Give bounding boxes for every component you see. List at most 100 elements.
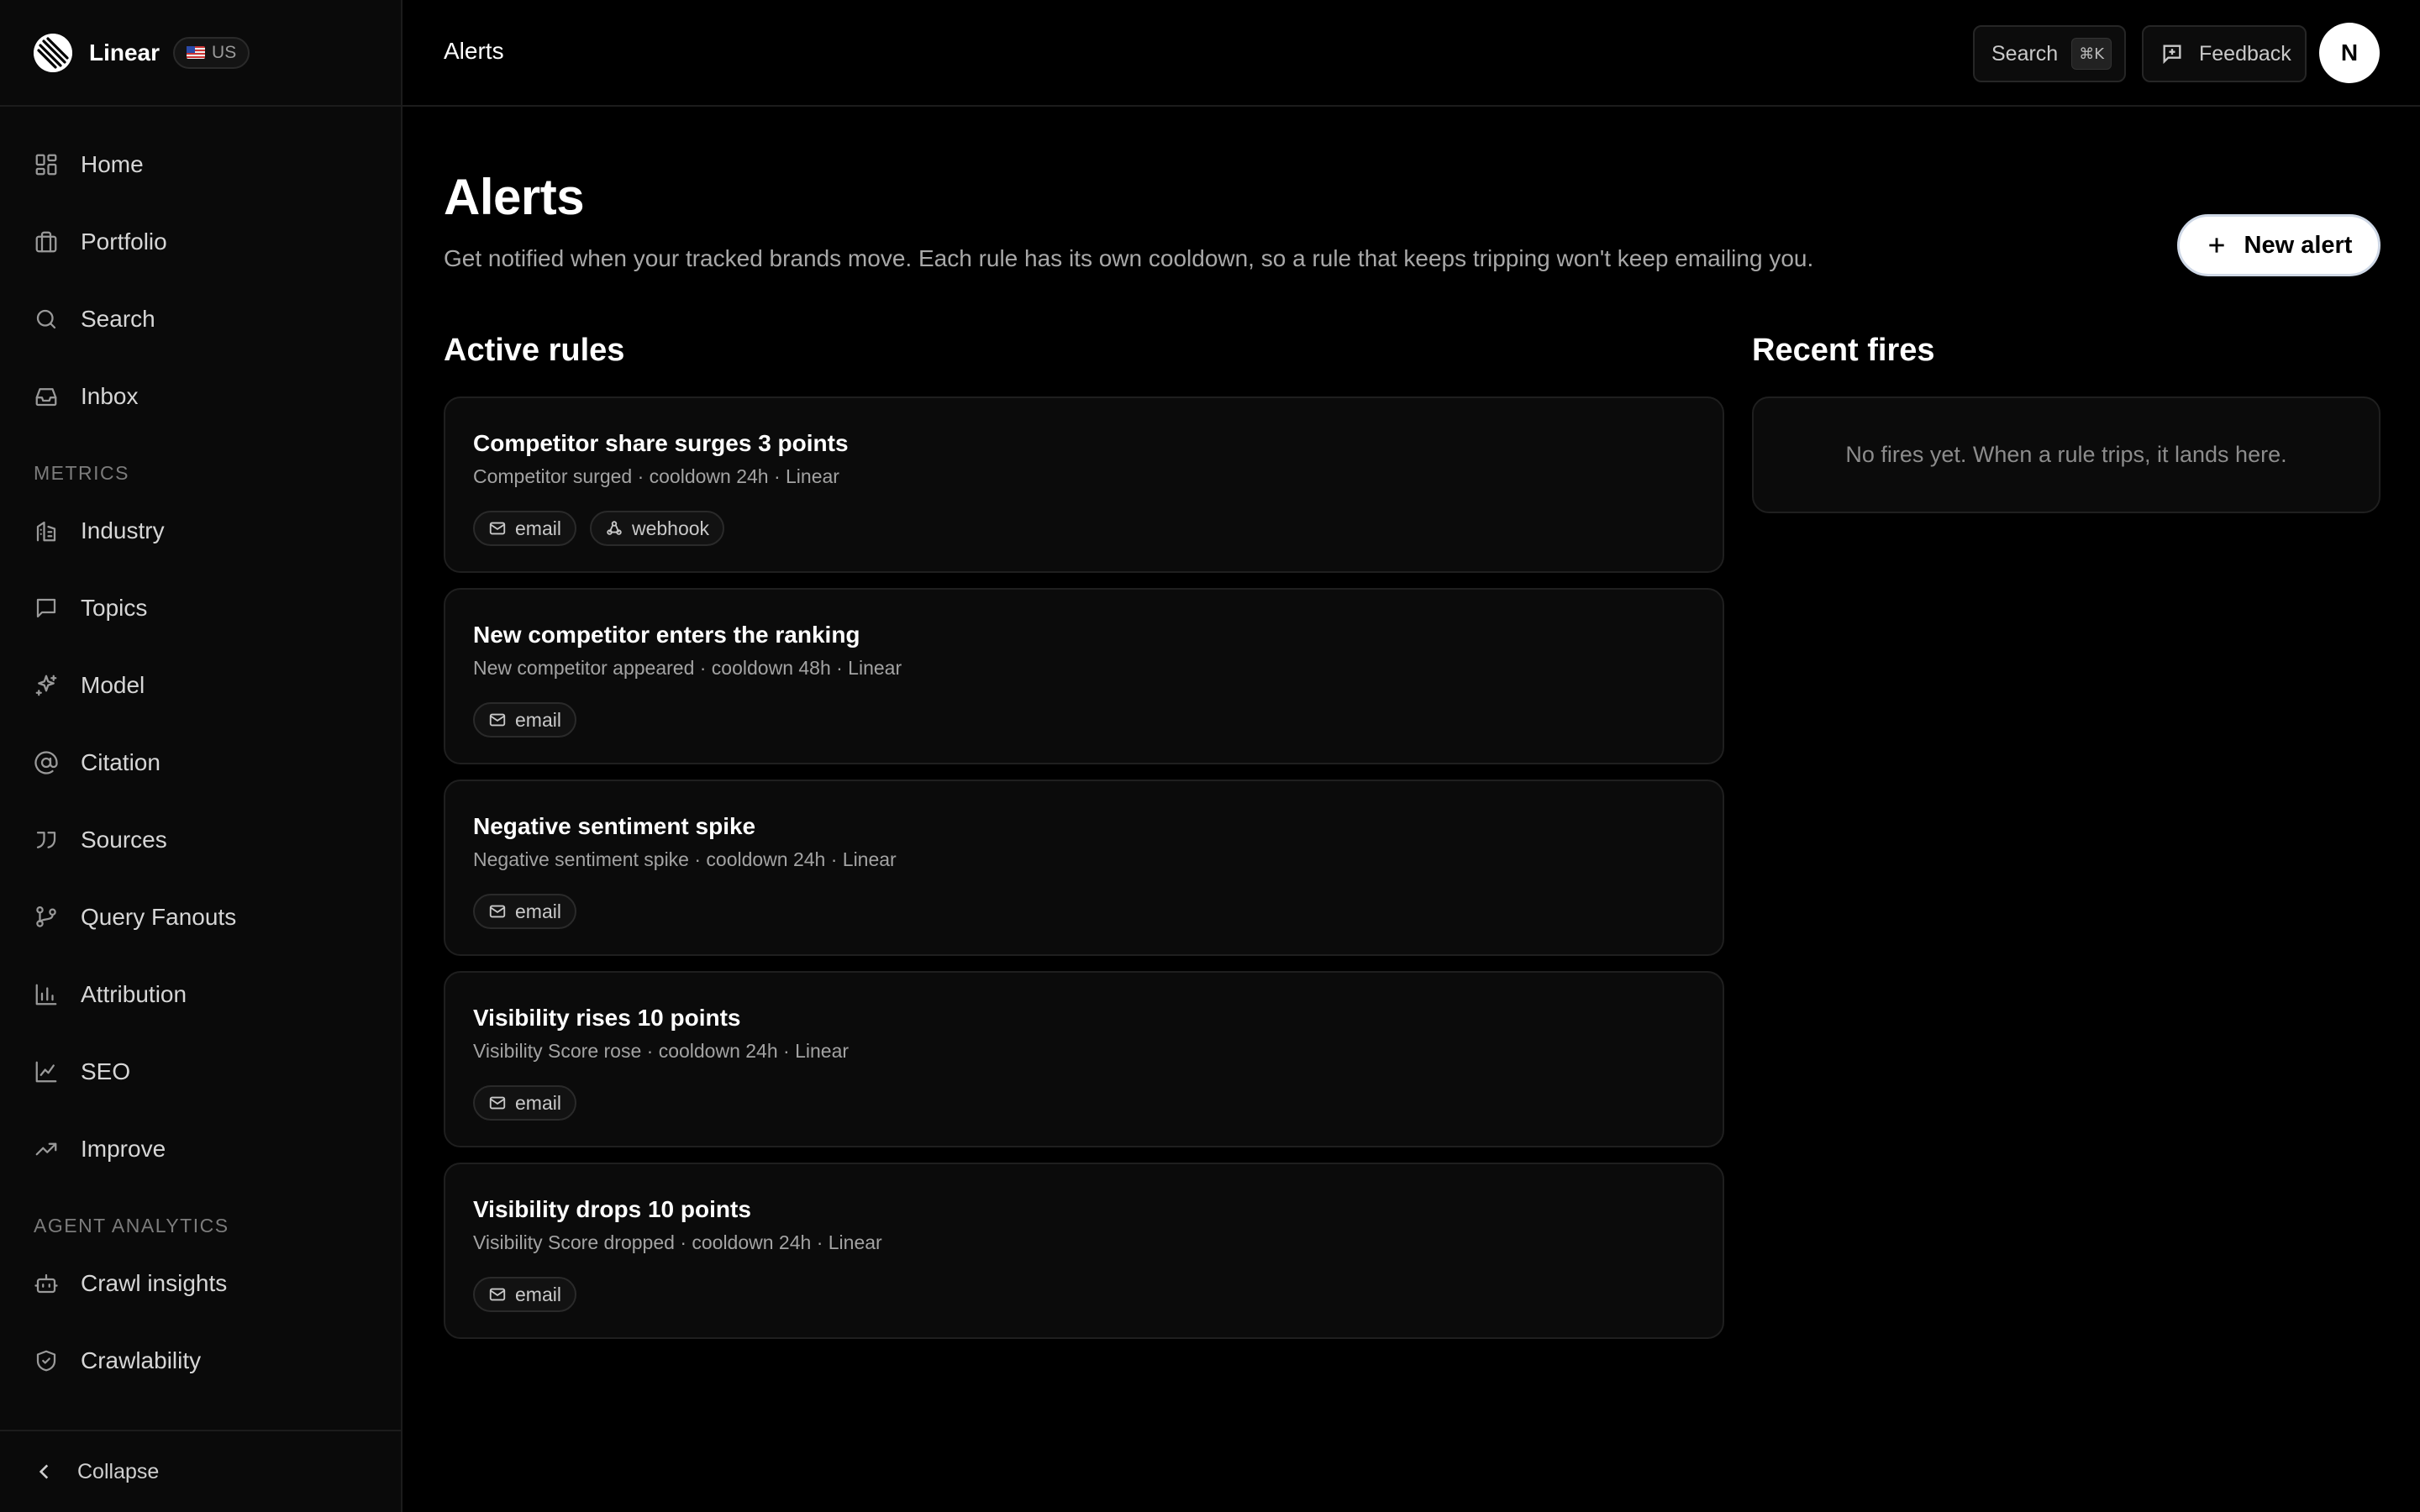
channel-chip-email: email <box>473 511 576 546</box>
plus-icon <box>2208 238 2224 253</box>
sidebar-item-label: Crawlability <box>81 1347 202 1373</box>
region-selector[interactable]: US <box>173 36 250 69</box>
sidebar-item-label: Sources <box>81 827 167 853</box>
sidebar-item-label: Query Fanouts <box>81 904 237 930</box>
brand-name: Linear <box>89 39 160 66</box>
breadcrumb-title: Alerts <box>444 38 504 64</box>
building-icon <box>36 521 56 542</box>
message-plus-icon <box>2163 45 2181 65</box>
mail-icon <box>489 522 506 535</box>
sidebar-item-improve[interactable]: Improve <box>34 1124 166 1174</box>
dashboard-icon <box>35 154 57 176</box>
agent-analytics-section-label: AGENT ANALYTICS <box>34 1215 229 1236</box>
top-bar: Alerts Search ⌘K Feedback N <box>402 0 2420 107</box>
sidebar-item-search[interactable]: Search <box>34 294 155 344</box>
sidebar-item-citation[interactable]: Citation <box>34 738 160 788</box>
shield-check-icon <box>36 1350 56 1372</box>
recent-fires-title: Recent fires <box>1752 333 1935 368</box>
rule-channels: email <box>473 702 576 738</box>
page-description: Get notified when your tracked brands mo… <box>444 245 1814 271</box>
line-chart-icon <box>35 1061 57 1083</box>
channel-label: webhook <box>631 517 710 539</box>
rule-channels: email <box>473 1277 576 1312</box>
sidebar-item-portfolio[interactable]: Portfolio <box>34 217 167 267</box>
chevron-left-icon <box>39 1464 49 1479</box>
mail-icon <box>489 713 506 727</box>
linear-logo-icon[interactable] <box>34 33 72 72</box>
git-branch-icon <box>36 906 56 927</box>
sidebar-item-model[interactable]: Model <box>34 660 145 711</box>
feedback-button[interactable]: Feedback <box>2142 25 2307 82</box>
brand-header: Linear US <box>0 0 401 107</box>
sparkles-icon <box>35 675 57 696</box>
sidebar-item-seo[interactable]: SEO <box>34 1047 130 1097</box>
rule-card[interactable]: New competitor enters the ranking New co… <box>444 588 1724 764</box>
rule-name: Visibility drops 10 points <box>473 1196 751 1222</box>
channel-chip-email: email <box>473 1277 576 1312</box>
trending-up-icon <box>35 1142 57 1156</box>
rule-channels: email webhook <box>473 511 725 546</box>
rule-card[interactable]: Visibility drops 10 points Visibility Sc… <box>444 1163 1724 1339</box>
region-label: US <box>212 42 237 62</box>
page-title: Alerts <box>444 169 585 225</box>
message-square-icon <box>36 598 56 618</box>
sidebar-item-label: Crawl insights <box>81 1270 228 1296</box>
rule-channels: email <box>473 894 576 929</box>
channel-label: email <box>515 1283 561 1305</box>
quote-icon <box>36 832 56 848</box>
sidebar-item-label: Topics <box>81 595 148 621</box>
avatar[interactable]: N <box>2319 23 2380 83</box>
channel-label: email <box>515 900 561 922</box>
channel-label: email <box>515 708 561 731</box>
sidebar-item-topics[interactable]: Topics <box>34 583 147 633</box>
search-button[interactable]: Search ⌘K <box>1973 25 2126 82</box>
rule-name: Negative sentiment spike <box>473 813 756 839</box>
new-alert-label: New alert <box>2244 231 2353 259</box>
sidebar-item-label: Citation <box>81 749 160 775</box>
search-button-label: Search <box>1991 41 2059 66</box>
mail-icon <box>489 1288 506 1301</box>
rule-name: New competitor enters the ranking <box>473 622 860 648</box>
sidebar-item-label: Model <box>81 672 145 698</box>
bar-chart-icon <box>35 984 57 1005</box>
sidebar-item-crawl-insights[interactable]: Crawl insights <box>34 1258 227 1309</box>
sidebar-item-home[interactable]: Home <box>34 139 144 190</box>
sidebar-item-query-fanouts[interactable]: Query Fanouts <box>34 892 236 942</box>
active-rules-title: Active rules <box>444 333 625 368</box>
feedback-button-label: Feedback <box>2199 41 2291 66</box>
sidebar-item-label: Improve <box>81 1136 166 1162</box>
collapse-label: Collapse <box>77 1459 160 1483</box>
collapse-button[interactable]: Collapse <box>0 1430 401 1512</box>
channel-chip-email: email <box>473 702 576 738</box>
rule-card[interactable]: Negative sentiment spike Negative sentim… <box>444 780 1724 956</box>
rule-meta: Competitor surged · cooldown 24h · Linea… <box>473 465 839 487</box>
channel-chip-email: email <box>473 894 576 929</box>
rule-name: Competitor share surges 3 points <box>473 430 849 456</box>
sidebar-item-label: Attribution <box>81 981 187 1007</box>
sidebar-item-label: Portfolio <box>81 228 167 255</box>
sidebar-item-attribution[interactable]: Attribution <box>34 969 187 1020</box>
search-shortcut-badge: ⌘K <box>2071 38 2112 70</box>
new-alert-button[interactable]: New alert <box>2177 214 2381 276</box>
rule-card[interactable]: Competitor share surges 3 points Competi… <box>444 396 1724 573</box>
rule-card[interactable]: Visibility rises 10 points Visibility Sc… <box>444 971 1724 1147</box>
empty-state-text: No fires yet. When a rule trips, it land… <box>1845 442 2287 467</box>
rule-meta: Negative sentiment spike · cooldown 24h … <box>473 848 897 870</box>
sidebar-item-sources[interactable]: Sources <box>34 815 167 865</box>
bot-icon <box>34 1273 58 1294</box>
sidebar-item-label: SEO <box>81 1058 131 1084</box>
mail-icon <box>489 1096 506 1110</box>
webhook-icon <box>607 521 622 535</box>
rule-meta: Visibility Score dropped · cooldown 24h … <box>473 1231 882 1253</box>
channel-chip-webhook: webhook <box>589 511 725 546</box>
rule-meta: New competitor appeared · cooldown 48h ·… <box>473 657 902 679</box>
sidebar-item-industry[interactable]: Industry <box>34 506 165 556</box>
sidebar-item-label: Search <box>81 306 155 332</box>
metrics-section-label: METRICS <box>34 462 129 484</box>
sidebar-item-inbox[interactable]: Inbox <box>34 371 139 422</box>
inbox-icon <box>35 388 57 407</box>
sidebar-item-crawlability[interactable]: Crawlability <box>34 1336 201 1386</box>
at-sign-icon <box>34 751 58 774</box>
us-flag-icon <box>187 46 206 59</box>
sidebar-item-label: Inbox <box>81 383 139 409</box>
